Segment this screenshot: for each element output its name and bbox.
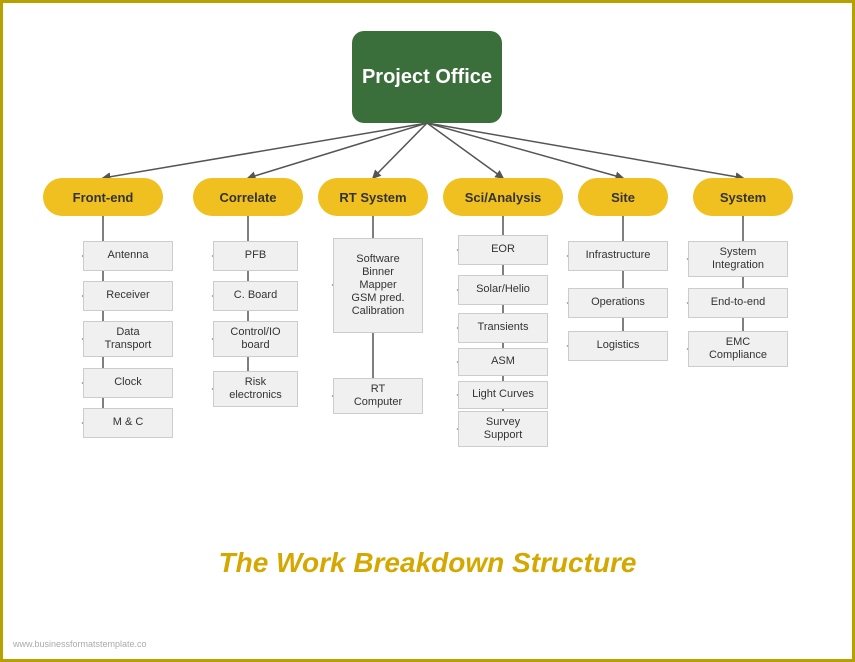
node-pfb: PFB [213, 241, 298, 271]
node-sysintegration: System Integration [688, 241, 788, 277]
node-operations: Operations [568, 288, 668, 318]
level1-system: System [693, 178, 793, 216]
node-emc: EMC Compliance [688, 331, 788, 367]
node-lightcurves: Light Curves [458, 381, 548, 409]
watermark: www.businessformatstemplate.co [13, 639, 147, 649]
node-mac: M & C [83, 408, 173, 438]
node-cboard: C. Board [213, 281, 298, 311]
node-receiver: Receiver [83, 281, 173, 311]
node-solarhelio: Solar/Helio [458, 275, 548, 305]
node-survey: Survey Support [458, 411, 548, 447]
node-eor: EOR [458, 235, 548, 265]
node-controlio: Control/IO board [213, 321, 298, 357]
level1-correlate: Correlate [193, 178, 303, 216]
node-rtcomputer: RT Computer [333, 378, 423, 414]
level1-frontend: Front-end [43, 178, 163, 216]
level1-scianalysis: Sci/Analysis [443, 178, 563, 216]
node-transients: Transients [458, 313, 548, 343]
node-endtoend: End-to-end [688, 288, 788, 318]
node-infrastructure: Infrastructure [568, 241, 668, 271]
footer-text: The Work Breakdown Structure [3, 547, 852, 579]
node-asm: ASM [458, 348, 548, 376]
root-label: Project Office [362, 65, 492, 89]
root-node: Project Office [352, 31, 502, 123]
node-data-transport: Data Transport [83, 321, 173, 357]
level1-rtsystem: RT System [318, 178, 428, 216]
node-risk: Risk electronics [213, 371, 298, 407]
node-clock: Clock [83, 368, 173, 398]
node-software: Software Binner Mapper GSM pred. Calibra… [333, 238, 423, 333]
node-antenna: Antenna [83, 241, 173, 271]
node-logistics: Logistics [568, 331, 668, 361]
level1-site: Site [578, 178, 668, 216]
